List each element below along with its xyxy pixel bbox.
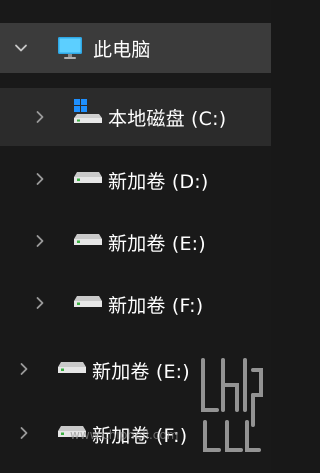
drive-icon — [74, 234, 102, 245]
tree-item-label: 新加卷 (E:) — [108, 233, 206, 255]
drive-icon — [74, 172, 102, 183]
tree-item-drive-c[interactable]: 本地磁盘 (C:) — [0, 88, 271, 146]
chevron-right-icon[interactable] — [16, 361, 32, 377]
tree-item-drive-e[interactable]: 新加卷 (E:) — [0, 217, 271, 265]
tree-item-label: 新加卷 (F:) — [108, 295, 204, 317]
monitor-icon — [58, 37, 82, 59]
windows-drive-icon — [74, 99, 102, 123]
tree-item-label: 新加卷 (E:) — [92, 361, 190, 383]
tree-item-label: 此电脑 — [93, 39, 151, 61]
chevron-right-icon[interactable] — [32, 109, 48, 125]
tree-item-label: 本地磁盘 (C:) — [108, 108, 227, 130]
chevron-right-icon[interactable] — [16, 425, 32, 441]
navigation-pane: 此电脑 本地磁盘 (C:) 新加卷 (D:) 新加卷 (E:) 新加卷 (F:)… — [0, 0, 271, 473]
chevron-right-icon[interactable] — [32, 233, 48, 249]
chevron-right-icon[interactable] — [32, 295, 48, 311]
tree-item-this-pc[interactable]: 此电脑 — [0, 23, 271, 73]
tree-item-drive-f[interactable]: 新加卷 (F:) — [0, 279, 271, 327]
watermark-text: www.chiphell.com — [70, 428, 179, 442]
tree-item-label: 新加卷 (D:) — [108, 171, 209, 193]
tree-item-drive-d[interactable]: 新加卷 (D:) — [0, 155, 271, 203]
drive-icon — [58, 362, 86, 373]
chevron-right-icon[interactable] — [32, 171, 48, 187]
chiphell-watermark-logo — [201, 358, 263, 452]
chevron-down-icon[interactable] — [13, 40, 29, 56]
drive-icon — [74, 296, 102, 307]
